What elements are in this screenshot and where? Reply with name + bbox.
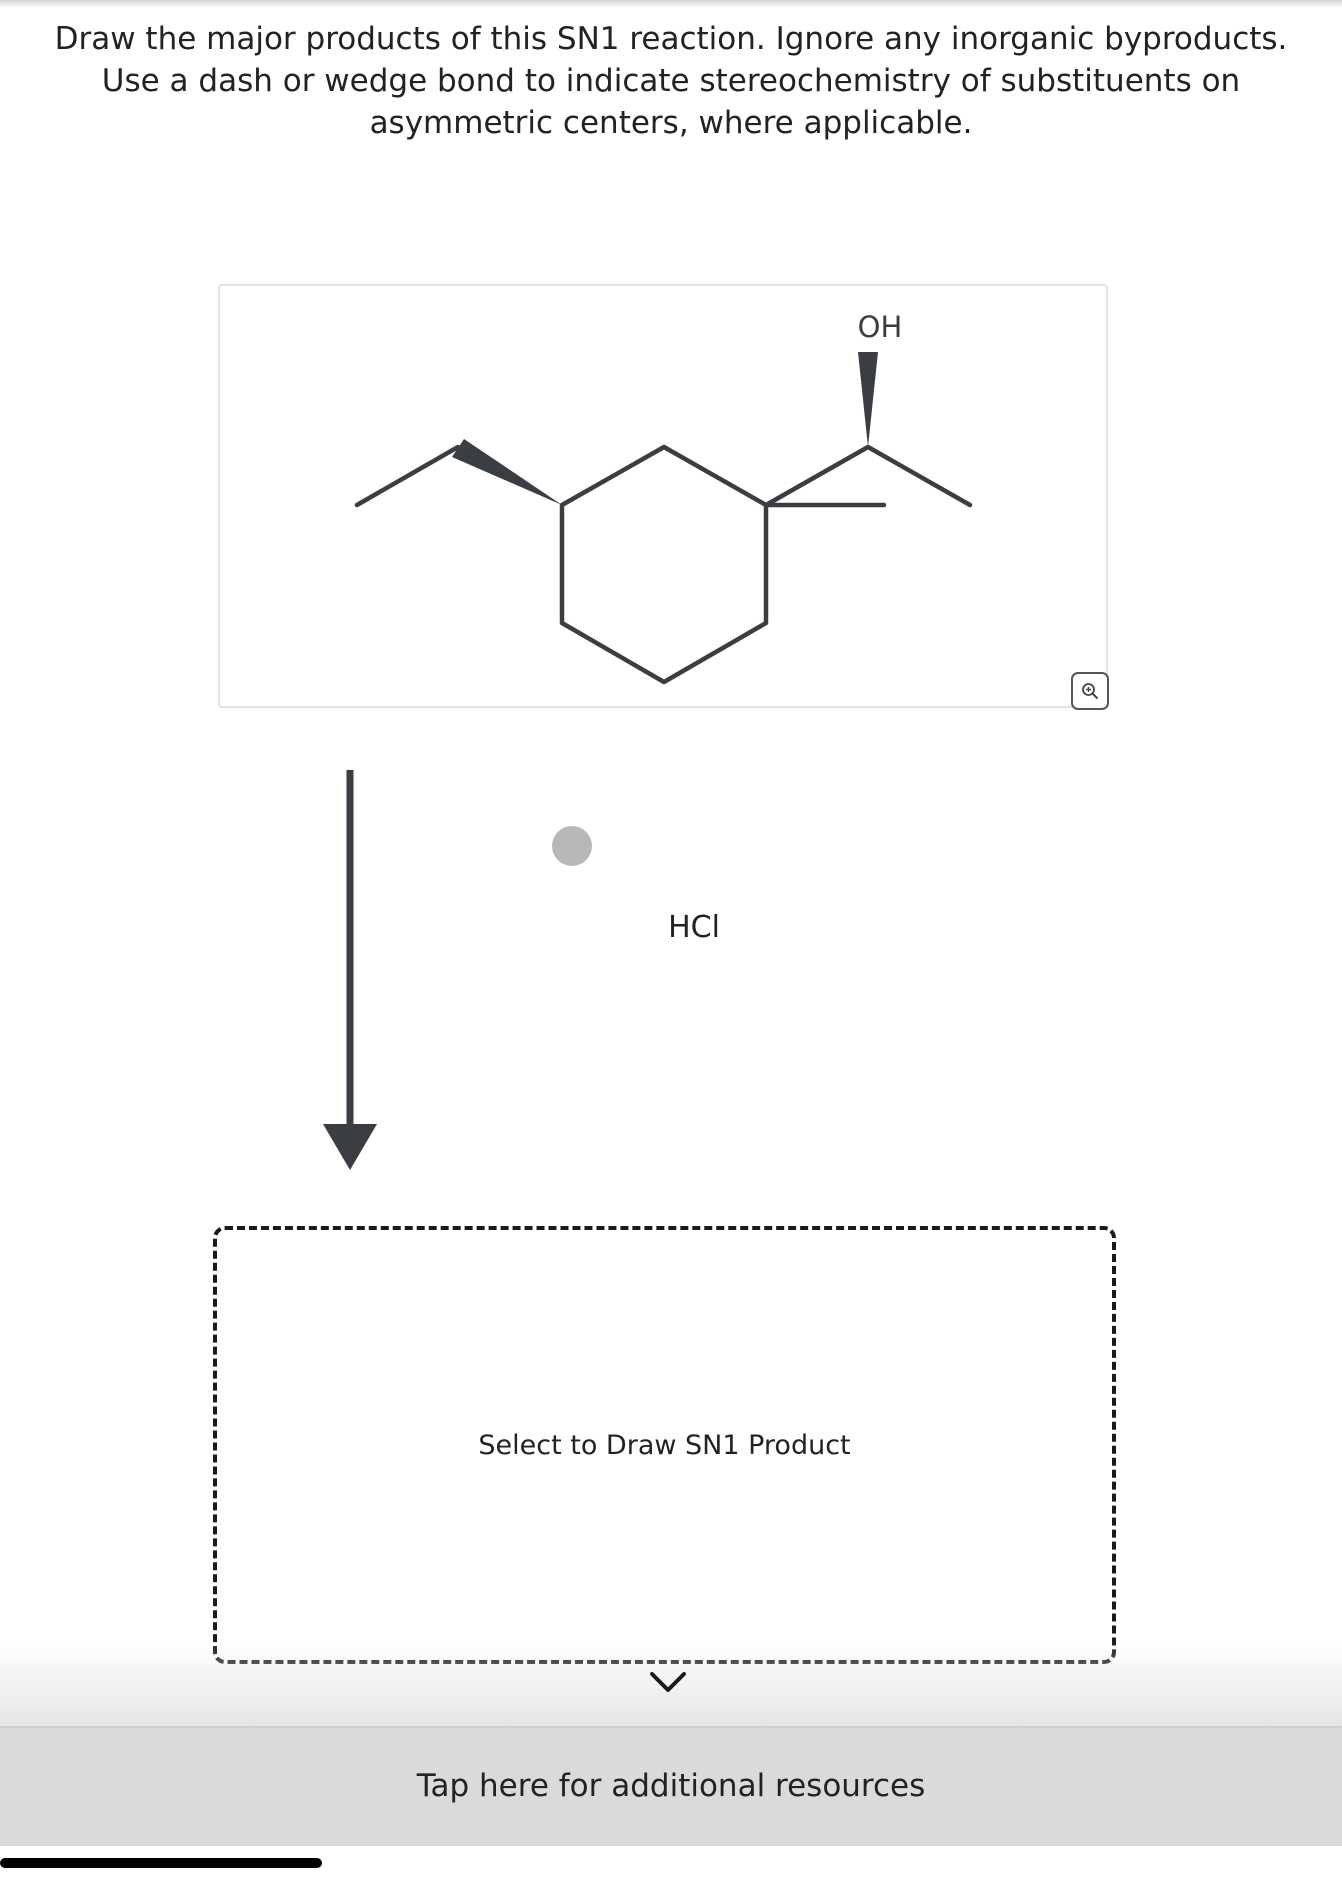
resources-label: Tap here for additional resources (416, 1768, 926, 1804)
expand-button[interactable] (646, 1666, 690, 1702)
reagent-label: HCl (668, 910, 720, 945)
reaction-arrow (323, 770, 377, 1170)
reagent-marker (552, 826, 592, 866)
arrow-head (323, 1124, 377, 1170)
resources-bar[interactable]: Tap here for additional resources (0, 1726, 1342, 1846)
home-indicator (0, 1858, 322, 1868)
draw-product-label: Select to Draw SN1 Product (478, 1430, 851, 1461)
chevron-down-icon (650, 1672, 686, 1692)
page: Draw the major products of this SN1 reac… (0, 0, 1342, 1886)
draw-product-area[interactable]: Select to Draw SN1 Product (213, 1226, 1116, 1664)
